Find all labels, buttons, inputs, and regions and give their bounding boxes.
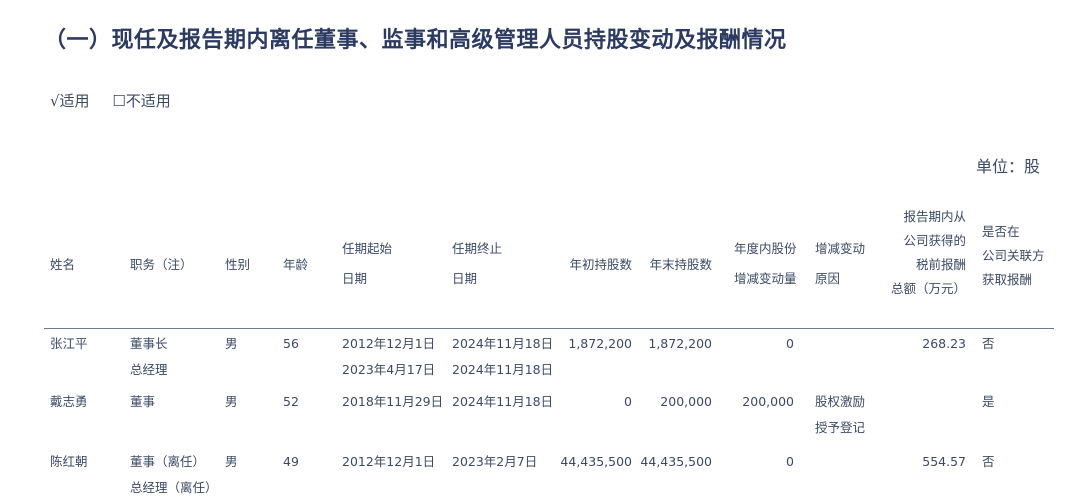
header-begin-shares: 年初持股数 [569, 257, 632, 272]
unit-label: 单位：股 [975, 157, 1040, 176]
header-term-start: 任期起始 日期 [342, 238, 392, 290]
header-reason-line2: 原因 [815, 271, 841, 286]
header-term-start-line2: 日期 [342, 271, 368, 286]
cell-term-start-line1: 2012年12月1日 [342, 336, 436, 351]
not-applicable-label: ☐不适用 [112, 92, 171, 110]
cell-term-end: 2024年11月18日 2024年11月18日 [452, 333, 553, 381]
cell-term-start: 2018年11月29日 [342, 394, 444, 409]
cell-change: 0 [786, 336, 794, 351]
cell-end-shares: 44,435,500 [640, 454, 712, 469]
cell-position: 董事长 总经理 [130, 333, 168, 381]
header-change-line2: 增减变动量 [734, 271, 797, 286]
cell-name: 戴志勇 [50, 394, 88, 409]
cell-name: 陈红朝 [50, 454, 88, 469]
cell-gender: 男 [225, 454, 238, 469]
cell-term-end: 2024年11月18日 [452, 394, 554, 409]
cell-term-start: 2012年12月1日 2023年4月17日 [342, 333, 435, 381]
cell-pay: 268.23 [922, 336, 966, 351]
cell-age: 56 [283, 336, 299, 351]
header-term-start-line1: 任期起始 [342, 241, 393, 256]
cell-position: 董事（离任） 总经理（离任） [130, 451, 218, 499]
header-related: 是否在 公司关联方 获取报酬 [982, 221, 1045, 291]
cell-position-line2: 总经理（离任） [130, 480, 218, 495]
cell-position-line1: 董事长 [130, 336, 168, 351]
cell-age: 52 [283, 394, 299, 409]
section-title: （一）现任及报告期内离任董事、监事和高级管理人员持股变动及报酬情况 [44, 28, 787, 53]
header-change: 年度内股份 增减变动量 [734, 238, 797, 290]
header-reason-line1: 增减变动 [815, 241, 866, 256]
cell-reason-line2: 授予登记 [815, 420, 866, 435]
cell-change: 200,000 [742, 394, 794, 409]
cell-end-shares: 1,872,200 [648, 336, 712, 351]
cell-reason-line1: 股权激励 [815, 394, 866, 409]
cell-change: 0 [786, 454, 794, 469]
header-term-end-line2: 日期 [452, 271, 478, 286]
header-gender: 性别 [225, 257, 251, 272]
cell-position: 董事 [130, 394, 156, 409]
cell-related: 否 [982, 454, 995, 469]
cell-name: 张江平 [50, 336, 88, 351]
header-pay-line1: 报告期内从 [903, 209, 966, 224]
header-reason: 增减变动 原因 [815, 238, 865, 290]
cell-position-line1: 董事（离任） [130, 454, 206, 469]
header-position: 职务（注） [130, 257, 193, 272]
applicability-options: √适用 ☐不适用 [50, 90, 189, 111]
cell-term-start-line2: 2023年4月17日 [342, 362, 436, 377]
header-related-line2: 公司关联方 [982, 248, 1045, 263]
cell-age: 49 [283, 454, 299, 469]
header-pay-line3: 税前报酬 [915, 257, 966, 272]
cell-gender: 男 [225, 336, 238, 351]
cell-begin-shares: 0 [624, 394, 632, 409]
applicable-checked-label: √适用 [50, 92, 90, 110]
header-end-shares: 年末持股数 [649, 257, 712, 272]
header-related-line1: 是否在 [982, 224, 1020, 239]
header-change-line1: 年度内股份 [734, 241, 797, 256]
cell-gender: 男 [225, 394, 238, 409]
header-pay-line4: 总额（万元） [890, 281, 966, 296]
cell-term-end-line2: 2024年11月18日 [452, 362, 554, 377]
cell-term-end-line1: 2024年11月18日 [452, 336, 554, 351]
cell-position-line2: 总经理 [130, 362, 168, 377]
cell-begin-shares: 44,435,500 [560, 454, 632, 469]
header-term-end-line1: 任期终止 [452, 241, 503, 256]
cell-reason: 股权激励 授予登记 [815, 391, 865, 439]
cell-related: 是 [982, 394, 995, 409]
header-pay-line2: 公司获得的 [903, 233, 966, 248]
header-term-end: 任期终止 日期 [452, 238, 502, 290]
cell-term-start: 2012年12月1日 [342, 454, 436, 469]
cell-term-end: 2023年2月7日 [452, 454, 538, 469]
header-divider [44, 328, 1054, 329]
header-pay: 报告期内从 公司获得的 税前报酬 总额（万元） [880, 206, 966, 300]
header-name: 姓名 [50, 257, 76, 272]
header-age: 年龄 [283, 257, 309, 272]
cell-related: 否 [982, 336, 995, 351]
cell-end-shares: 200,000 [660, 394, 712, 409]
cell-begin-shares: 1,872,200 [568, 336, 632, 351]
cell-pay: 554.57 [922, 454, 966, 469]
header-related-line3: 获取报酬 [982, 272, 1033, 287]
